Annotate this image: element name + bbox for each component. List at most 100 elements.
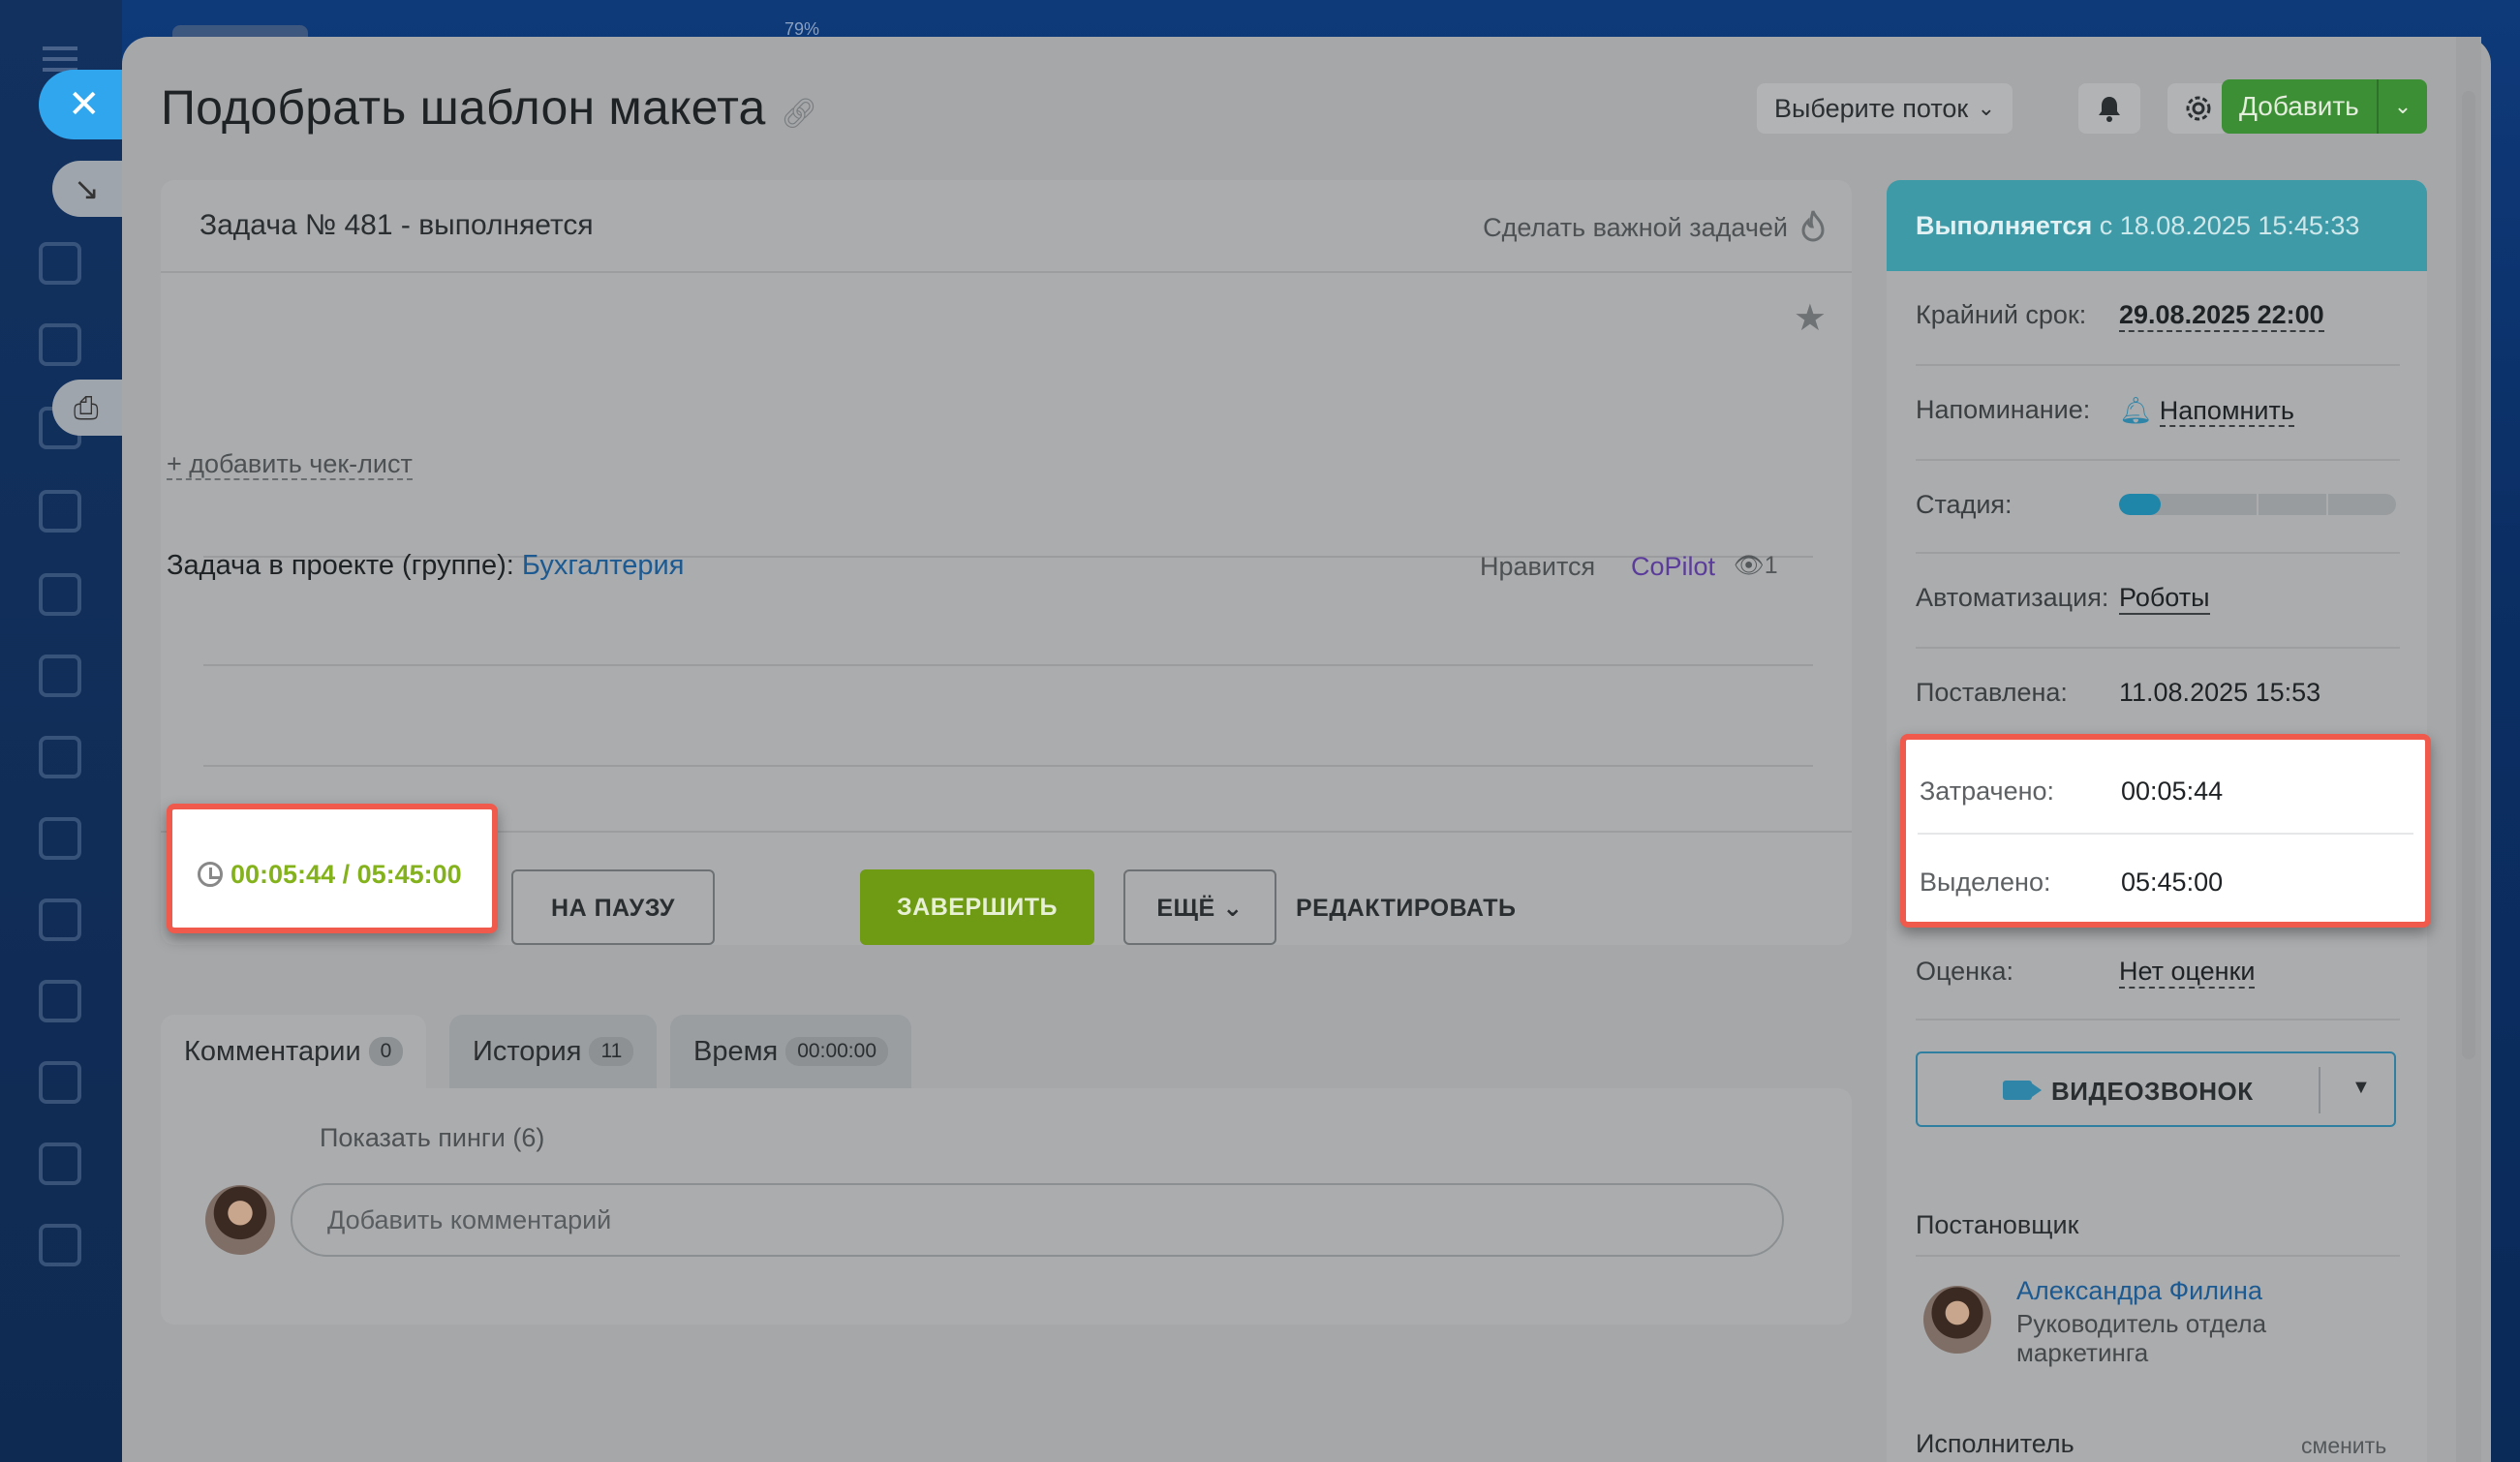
- more-button-label: ЕЩЁ: [1156, 895, 1215, 922]
- bell-icon: 🔔︎: [2119, 396, 2153, 425]
- status-since: с 18.08.2025 15:45:33: [2099, 211, 2360, 240]
- close-icon: ✕: [68, 83, 101, 126]
- tab-label: Время: [693, 1036, 779, 1067]
- like-button[interactable]: Нравится: [1480, 552, 1595, 582]
- automation-link[interactable]: Роботы: [2119, 583, 2210, 615]
- creator-name[interactable]: Александра Филина: [2016, 1276, 2262, 1306]
- tab-history[interactable]: История 11: [449, 1015, 658, 1088]
- star-icon[interactable]: ★: [1794, 296, 1827, 340]
- status-label: Выполняется: [1916, 211, 2093, 240]
- cart-icon[interactable]: [39, 1142, 81, 1185]
- document-icon[interactable]: [39, 573, 81, 616]
- page-title: Подобрать шаблон макета: [161, 80, 766, 135]
- row-divider: [1916, 459, 2400, 461]
- calendar-icon[interactable]: [39, 490, 81, 533]
- rail-icon-2[interactable]: [39, 323, 81, 366]
- tab-time[interactable]: Время 00:00:00: [670, 1015, 911, 1088]
- created-label: Поставлена:: [1916, 678, 2068, 707]
- clock-icon: [198, 862, 223, 887]
- contacts-icon[interactable]: [39, 817, 81, 860]
- rating-label: Оценка:: [1916, 957, 2014, 986]
- link-icon[interactable]: 🔗︎: [781, 97, 817, 132]
- reminder-label: Напоминание:: [1916, 395, 2091, 424]
- row-divider: [1918, 833, 2413, 835]
- stage-tick: [2257, 494, 2259, 515]
- video-call-label: ВИДЕОЗВОНОК: [2051, 1077, 2254, 1106]
- print-tab[interactable]: ⎙: [52, 380, 130, 436]
- add-checklist-label: + добавить чек-лист: [167, 449, 413, 480]
- eye-icon: 👁︎: [1734, 552, 1765, 579]
- caret-down-icon[interactable]: ▼: [2351, 1077, 2371, 1099]
- pause-button[interactable]: НА ПАУЗУ: [511, 869, 715, 945]
- tab-count: 00:00:00: [785, 1037, 888, 1066]
- notification-button[interactable]: [2078, 83, 2140, 134]
- print-icon: ⎙: [74, 390, 99, 425]
- bell-icon: [2099, 97, 2120, 122]
- project-link[interactable]: Бухгалтерия: [522, 550, 685, 581]
- avatar: [205, 1185, 275, 1255]
- left-sidebar: [0, 0, 122, 1462]
- comment-input[interactable]: Добавить комментарий: [291, 1183, 1784, 1257]
- gear-icon: [2186, 96, 2211, 121]
- flow-select-label: Выберите поток: [1774, 94, 1969, 123]
- creator-role: Руководитель отдела маркетинга: [2016, 1309, 2267, 1367]
- flow-select[interactable]: Выберите поток ⌄: [1757, 83, 2013, 134]
- settings-button[interactable]: [2167, 83, 2229, 134]
- flame-icon[interactable]: [1799, 209, 1827, 244]
- divider: [203, 664, 1813, 666]
- make-important-link[interactable]: Сделать важной задачей: [1483, 213, 1788, 243]
- spent-value: 00:05:44: [2121, 777, 2224, 806]
- button-split: [2319, 1067, 2320, 1113]
- finish-button[interactable]: ЗАВЕРШИТЬ: [860, 869, 1094, 945]
- row-divider: [1916, 552, 2400, 554]
- copilot-button[interactable]: CoPilot: [1631, 552, 1715, 582]
- rating-value[interactable]: Нет оценки: [2119, 957, 2256, 989]
- assignee-title: Исполнитель: [1916, 1429, 2074, 1458]
- row-divider: [1916, 647, 2400, 649]
- allocated-label: Выделено:: [1920, 868, 2051, 897]
- reminder-label-text: Напомнить: [2159, 396, 2294, 427]
- video-call-button[interactable]: ВИДЕОЗВОНОК ▼: [1916, 1051, 2396, 1127]
- sign-icon[interactable]: [39, 899, 81, 941]
- status-bar: Выполняется с 18.08.2025 15:45:33: [1887, 180, 2427, 271]
- mail-icon[interactable]: [39, 736, 81, 778]
- drive-icon[interactable]: [39, 655, 81, 697]
- stage-progress-fill: [2119, 494, 2161, 515]
- stage-label: Стадия:: [1916, 490, 2013, 519]
- tab-label: История: [473, 1036, 582, 1067]
- rail-icon-more[interactable]: [39, 1224, 81, 1266]
- add-button[interactable]: Добавить ⌄: [2222, 79, 2427, 134]
- add-dropdown-chevron-icon[interactable]: ⌄: [2377, 79, 2427, 134]
- creator-title: Постановщик: [1916, 1210, 2079, 1239]
- filter-icon[interactable]: [39, 980, 81, 1022]
- tab-count: 11: [589, 1037, 634, 1066]
- views-counter: 👁︎1: [1734, 552, 1778, 580]
- stage-progress[interactable]: [2119, 494, 2396, 515]
- creator-avatar[interactable]: [1923, 1286, 1991, 1354]
- row-divider: [1916, 364, 2400, 366]
- reminder-link[interactable]: 🔔︎ Напомнить: [2119, 395, 2294, 427]
- change-assignee-link[interactable]: сменить: [2301, 1433, 2386, 1459]
- tab-comments[interactable]: Комментарии 0: [161, 1015, 427, 1088]
- project-label: Задача в проекте (группе):: [167, 550, 514, 581]
- more-button[interactable]: ЕЩЁ ⌄: [1123, 869, 1276, 945]
- task-number-status: Задача № 481 - выполняется: [200, 209, 594, 241]
- arrow-down-right-icon: ↘: [74, 171, 100, 206]
- timer-highlight-box: 00:05:44 / 05:45:00: [167, 804, 498, 933]
- add-checklist-link[interactable]: + добавить чек-лист: [167, 449, 413, 480]
- stage-tick: [2326, 494, 2328, 515]
- scrollbar[interactable]: [2462, 91, 2475, 1059]
- rail-icon-1[interactable]: [39, 242, 81, 285]
- tab-label: Комментарии: [184, 1036, 361, 1067]
- edit-button[interactable]: РЕДАКТИРОВАТЬ: [1296, 895, 1516, 923]
- allocated-value: 05:45:00: [2121, 868, 2224, 897]
- minimize-tab[interactable]: ↘: [52, 161, 130, 217]
- deadline-value[interactable]: 29.08.2025 22:00: [2119, 300, 2324, 332]
- add-button-label: Добавить: [2239, 91, 2359, 121]
- close-slider-button[interactable]: ✕: [39, 70, 128, 139]
- show-pings-link[interactable]: Показать пинги (6): [320, 1123, 544, 1153]
- chevron-down-icon: ⌄: [1222, 895, 1244, 922]
- menu-icon[interactable]: [43, 46, 77, 72]
- tab-count: 0: [368, 1037, 404, 1066]
- forms-icon[interactable]: [39, 1061, 81, 1104]
